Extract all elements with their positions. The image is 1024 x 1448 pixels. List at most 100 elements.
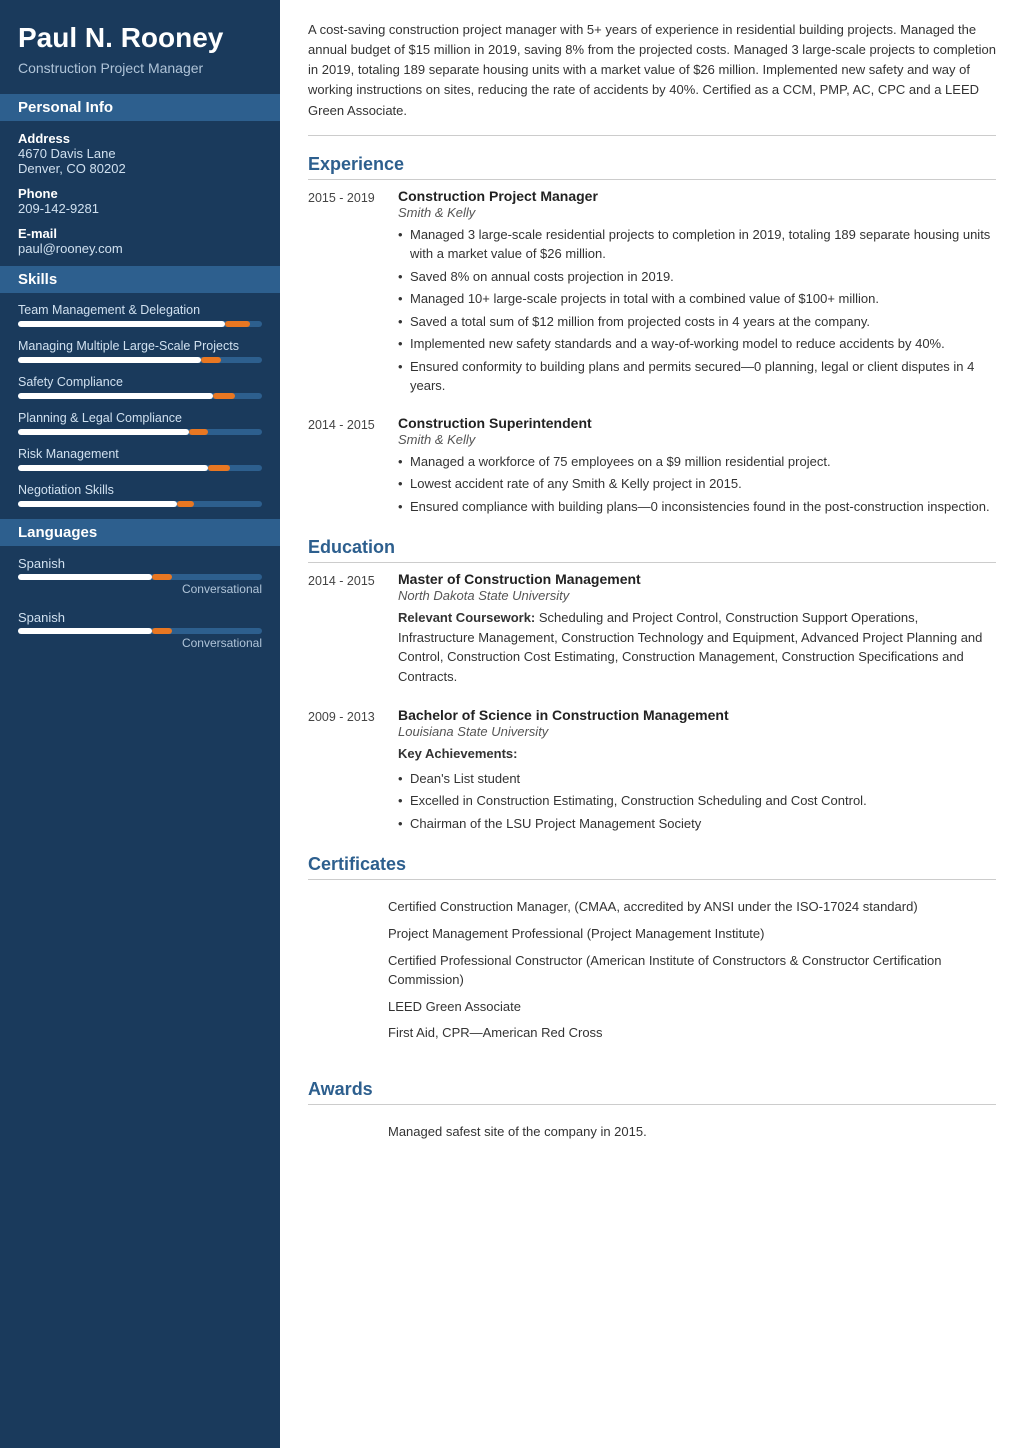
exp-dates: 2014 - 2015 bbox=[308, 415, 398, 520]
certificate-item: Certified Construction Manager, (CMAA, a… bbox=[388, 898, 996, 917]
certificates-heading: Certificates bbox=[308, 854, 996, 880]
certificates-section: Certificates Certified Construction Mana… bbox=[308, 854, 996, 1061]
bullet-item: Lowest accident rate of any Smith & Kell… bbox=[398, 474, 996, 494]
achievement-item: Excelled in Construction Estimating, Con… bbox=[398, 791, 996, 811]
phone-block: Phone 209-142-9281 bbox=[18, 186, 262, 216]
bullet-item: Implemented new safety standards and a w… bbox=[398, 334, 996, 354]
award-item: Managed safest site of the company in 20… bbox=[388, 1123, 996, 1142]
certificate-item: LEED Green Associate bbox=[388, 998, 996, 1017]
skill-item: Managing Multiple Large-Scale Projects bbox=[18, 339, 262, 363]
edu-detail: Bachelor of Science in Construction Mana… bbox=[398, 707, 996, 836]
summary-text: A cost-saving construction project manag… bbox=[308, 20, 996, 136]
skill-bar-accent bbox=[213, 393, 235, 399]
exp-detail: Construction Project Manager Smith & Kel… bbox=[398, 188, 996, 399]
skill-bar-fill bbox=[18, 393, 213, 399]
certificate-item: Certified Professional Constructor (Amer… bbox=[388, 952, 996, 990]
achievement-item: Dean's List student bbox=[398, 769, 996, 789]
experience-item: 2014 - 2015 Construction Superintendent … bbox=[308, 415, 996, 520]
awards-list: Managed safest site of the company in 20… bbox=[308, 1113, 996, 1152]
email-block: E-mail paul@rooney.com bbox=[18, 226, 262, 256]
skill-name: Managing Multiple Large-Scale Projects bbox=[18, 339, 262, 353]
certificate-item: Project Management Professional (Project… bbox=[388, 925, 996, 944]
skill-name: Risk Management bbox=[18, 447, 262, 461]
skill-item: Team Management & Delegation bbox=[18, 303, 262, 327]
bullet-item: Managed 3 large-scale residential projec… bbox=[398, 225, 996, 264]
language-item: Spanish Conversational bbox=[18, 556, 262, 596]
language-bar-fill bbox=[18, 574, 152, 580]
skill-name: Safety Compliance bbox=[18, 375, 262, 389]
achievement-item: Chairman of the LSU Project Management S… bbox=[398, 814, 996, 834]
exp-detail: Construction Superintendent Smith & Kell… bbox=[398, 415, 996, 520]
awards-heading: Awards bbox=[308, 1079, 996, 1105]
skill-bar bbox=[18, 501, 262, 507]
language-bar-accent bbox=[152, 574, 172, 580]
language-bar bbox=[18, 628, 262, 634]
skill-bar-accent bbox=[201, 357, 221, 363]
language-level: Conversational bbox=[18, 582, 262, 596]
language-bar bbox=[18, 574, 262, 580]
skill-bar bbox=[18, 465, 262, 471]
education-item: 2009 - 2013 Bachelor of Science in Const… bbox=[308, 707, 996, 836]
address-label: Address bbox=[18, 131, 262, 146]
skill-name: Negotiation Skills bbox=[18, 483, 262, 497]
certificate-item: First Aid, CPR—American Red Cross bbox=[388, 1024, 996, 1043]
skill-item: Negotiation Skills bbox=[18, 483, 262, 507]
university-name: Louisiana State University bbox=[398, 724, 996, 739]
exp-bullets: Managed 3 large-scale residential projec… bbox=[398, 225, 996, 396]
experience-list: 2015 - 2019 Construction Project Manager… bbox=[308, 188, 996, 520]
language-bar-accent bbox=[152, 628, 172, 634]
skill-bar bbox=[18, 429, 262, 435]
education-section: Education 2014 - 2015 Master of Construc… bbox=[308, 537, 996, 836]
degree-title: Master of Construction Management bbox=[398, 571, 996, 587]
education-list: 2014 - 2015 Master of Construction Manag… bbox=[308, 571, 996, 836]
bullet-item: Managed a workforce of 75 employees on a… bbox=[398, 452, 996, 472]
edu-dates: 2014 - 2015 bbox=[308, 571, 398, 691]
skill-bar-accent bbox=[208, 465, 230, 471]
company-name: Smith & Kelly bbox=[398, 205, 996, 220]
skill-bar-fill bbox=[18, 501, 177, 507]
email-label: E-mail bbox=[18, 226, 262, 241]
language-name: Spanish bbox=[18, 556, 262, 571]
experience-item: 2015 - 2019 Construction Project Manager… bbox=[308, 188, 996, 399]
edu-dates: 2009 - 2013 bbox=[308, 707, 398, 836]
phone-label: Phone bbox=[18, 186, 262, 201]
skill-bar-fill bbox=[18, 429, 189, 435]
skill-item: Safety Compliance bbox=[18, 375, 262, 399]
skill-bar-fill bbox=[18, 465, 208, 471]
skill-bar bbox=[18, 357, 262, 363]
language-bar-fill bbox=[18, 628, 152, 634]
language-name: Spanish bbox=[18, 610, 262, 625]
bullet-item: Ensured conformity to building plans and… bbox=[398, 357, 996, 396]
main-content: A cost-saving construction project manag… bbox=[280, 0, 1024, 1448]
languages-list: Spanish Conversational Spanish Conversat… bbox=[18, 556, 262, 650]
certificates-list: Certified Construction Manager, (CMAA, a… bbox=[308, 888, 996, 1061]
experience-section: Experience 2015 - 2019 Construction Proj… bbox=[308, 154, 996, 520]
address-value: 4670 Davis LaneDenver, CO 80202 bbox=[18, 146, 262, 176]
university-name: North Dakota State University bbox=[398, 588, 996, 603]
bullet-item: Saved 8% on annual costs projection in 2… bbox=[398, 267, 996, 287]
exp-dates: 2015 - 2019 bbox=[308, 188, 398, 399]
experience-heading: Experience bbox=[308, 154, 996, 180]
skills-list: Team Management & Delegation Managing Mu… bbox=[18, 303, 262, 507]
bullet-item: Saved a total sum of $12 million from pr… bbox=[398, 312, 996, 332]
bullet-item: Ensured compliance with building plans—0… bbox=[398, 497, 996, 517]
coursework: Relevant Coursework: Scheduling and Proj… bbox=[398, 608, 996, 686]
awards-section: Awards Managed safest site of the compan… bbox=[308, 1079, 996, 1152]
candidate-title: Construction Project Manager bbox=[18, 60, 262, 76]
achievements-label: Key Achievements: bbox=[398, 744, 996, 764]
degree-title: Bachelor of Science in Construction Mana… bbox=[398, 707, 996, 723]
skill-name: Team Management & Delegation bbox=[18, 303, 262, 317]
skill-item: Risk Management bbox=[18, 447, 262, 471]
company-name: Smith & Kelly bbox=[398, 432, 996, 447]
edu-detail: Master of Construction Management North … bbox=[398, 571, 996, 691]
email-value: paul@rooney.com bbox=[18, 241, 262, 256]
language-level: Conversational bbox=[18, 636, 262, 650]
exp-bullets: Managed a workforce of 75 employees on a… bbox=[398, 452, 996, 517]
candidate-name: Paul N. Rooney bbox=[18, 22, 262, 54]
personal-info-heading: Personal Info bbox=[0, 94, 280, 121]
education-heading: Education bbox=[308, 537, 996, 563]
bullet-item: Managed 10+ large-scale projects in tota… bbox=[398, 289, 996, 309]
language-item: Spanish Conversational bbox=[18, 610, 262, 650]
sidebar: Paul N. Rooney Construction Project Mana… bbox=[0, 0, 280, 1448]
address-block: Address 4670 Davis LaneDenver, CO 80202 bbox=[18, 131, 262, 176]
